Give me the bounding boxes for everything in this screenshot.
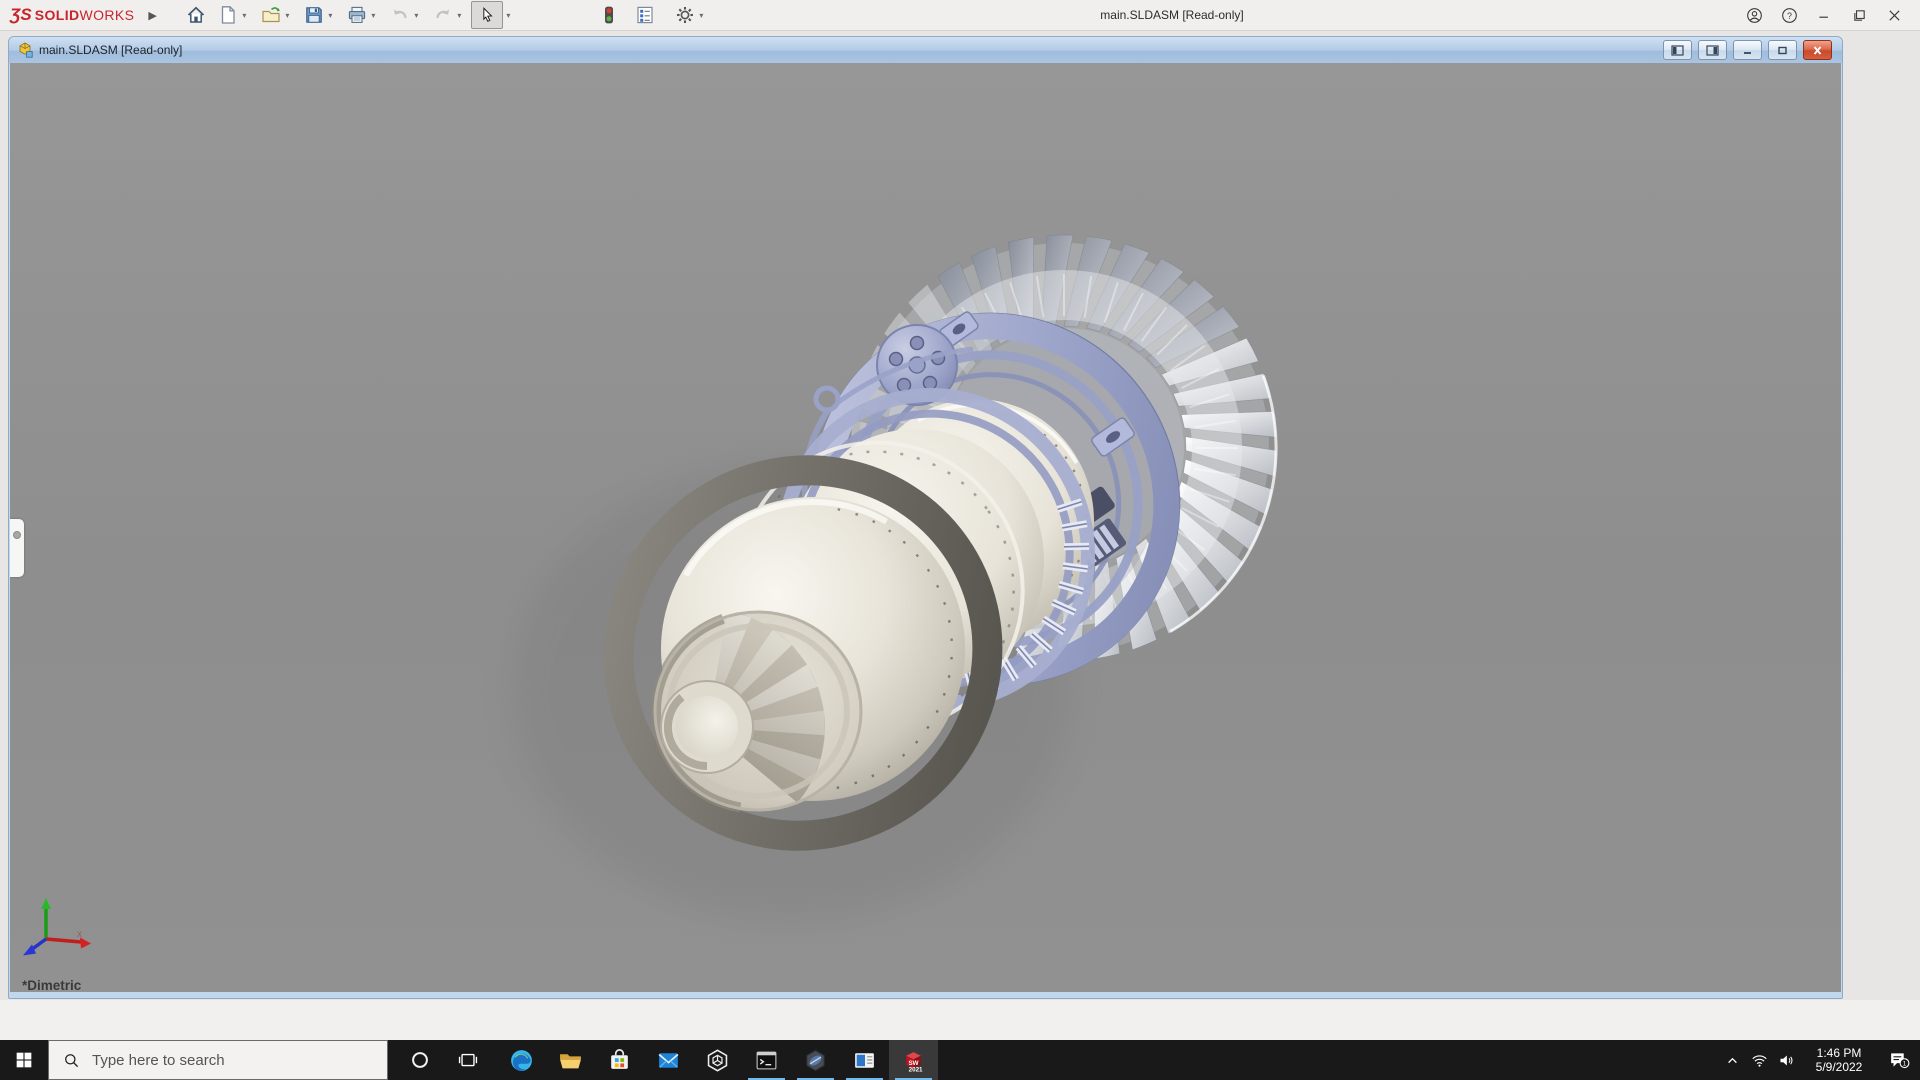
orientation-triad: x [23, 898, 91, 956]
rebuild-traffic-light-button[interactable] [598, 4, 620, 26]
file-properties-button[interactable] [634, 4, 656, 26]
volume-icon[interactable] [1773, 1040, 1800, 1080]
mail-icon [658, 1052, 679, 1068]
doc-close-button[interactable] [1803, 40, 1832, 60]
3d-viewport[interactable]: x *Dimetric [10, 63, 1841, 992]
hexagon-app-icon [806, 1049, 825, 1071]
undo-dropdown: ▾ [414, 10, 419, 20]
system-tray: 1:46 PM 5/9/2022 1 [1719, 1040, 1920, 1080]
search-icon [65, 1053, 79, 1067]
assembly-document-icon [19, 42, 33, 58]
task-view-button[interactable] [444, 1040, 492, 1080]
edge-icon [511, 1049, 532, 1071]
action-center-button[interactable]: 1 [1878, 1040, 1920, 1080]
engine-model-scene: x *Dimetric [22, 234, 1278, 992]
account-icon[interactable] [1737, 0, 1772, 30]
redo-dropdown: ▾ [457, 10, 462, 20]
taskbar-app-terminal[interactable] [742, 1040, 791, 1080]
undo-icon [389, 4, 411, 26]
doc-minimize-button[interactable] [1733, 40, 1762, 60]
taskbar-app-3d-viewer[interactable] [693, 1040, 742, 1080]
home-button[interactable] [185, 4, 207, 26]
save-button[interactable] [303, 4, 325, 26]
open-dropdown[interactable]: ▾ [282, 11, 293, 20]
sw-year: 2021 [909, 1066, 923, 1072]
search-placeholder: Type here to search [92, 1051, 225, 1069]
windows-taskbar: Type here to search SW 2021 [0, 1040, 1920, 1080]
document-window: main.SLDASM [Read-only] x *Dimetric [8, 36, 1843, 999]
select-tool-button[interactable] [470, 1, 503, 29]
restore-button[interactable] [1842, 0, 1877, 30]
taskbar-app-store[interactable] [595, 1040, 644, 1080]
file-explorer-icon [560, 1053, 581, 1068]
action-center-icon: 1 [1891, 1053, 1910, 1069]
taskbar-app-hexagon[interactable] [791, 1040, 840, 1080]
tray-chevron-up-icon[interactable] [1719, 1040, 1746, 1080]
open-button[interactable] [260, 4, 282, 26]
quick-access-toolbar: ▾ ▾ ▾ ▾ ▾ ▾ ▾ ▾ [185, 1, 707, 29]
redo-icon [432, 4, 454, 26]
taskbar-app-edge[interactable] [497, 1040, 546, 1080]
store-icon [611, 1048, 628, 1069]
svg-text:?: ? [1787, 10, 1792, 20]
document-title-bar[interactable]: main.SLDASM [Read-only] [9, 37, 1842, 63]
close-button[interactable] [1877, 0, 1912, 30]
taskbar-app-mail[interactable] [644, 1040, 693, 1080]
print-button[interactable] [346, 4, 368, 26]
minimize-button[interactable] [1807, 0, 1842, 30]
options-gear-button[interactable] [674, 4, 696, 26]
taskbar-app-solidworks[interactable]: SW 2021 [889, 1040, 938, 1080]
cortana-button[interactable] [396, 1040, 444, 1080]
3d-viewer-icon [707, 1048, 728, 1072]
terminal-icon [756, 1051, 777, 1069]
clock-date: 5/9/2022 [1815, 1060, 1863, 1074]
solidworks-icon: SW 2021 [906, 1051, 923, 1073]
pane-right-button[interactable] [1698, 40, 1727, 60]
menu-expand-arrow-icon[interactable]: ▶ [148, 9, 156, 22]
wifi-icon[interactable] [1746, 1040, 1773, 1080]
new-document-button[interactable] [217, 4, 239, 26]
taskbar-clock[interactable]: 1:46 PM 5/9/2022 [1806, 1046, 1872, 1074]
print-dropdown[interactable]: ▾ [368, 11, 379, 20]
expander-dot-icon [13, 531, 21, 539]
pane-left-button[interactable] [1663, 40, 1692, 60]
start-button[interactable] [0, 1040, 48, 1080]
app-title: main.SLDASM [Read-only] [1100, 8, 1244, 22]
solidworks-logo-mark: ƷS [10, 5, 32, 24]
notification-badge: 1 [1903, 1060, 1907, 1067]
document-title: main.SLDASM [Read-only] [39, 43, 183, 57]
featuremanager-expander-tab[interactable] [10, 519, 24, 577]
new-document-dropdown[interactable]: ▾ [239, 11, 250, 20]
taskbar-app-blue-panel[interactable] [840, 1040, 889, 1080]
orientation-label: *Dimetric [22, 978, 82, 992]
doc-restore-button[interactable] [1768, 40, 1797, 60]
taskbar-app-file-explorer[interactable] [546, 1040, 595, 1080]
lifting-eyelet [813, 385, 841, 413]
status-strip [0, 1000, 1920, 1040]
clock-time: 1:46 PM [1816, 1046, 1862, 1060]
select-tool-dropdown[interactable]: ▾ [503, 11, 514, 20]
blue-panel-app-icon [855, 1052, 874, 1068]
save-dropdown[interactable]: ▾ [325, 11, 336, 20]
options-dropdown[interactable]: ▾ [696, 11, 707, 20]
taskbar-search-input[interactable]: Type here to search [48, 1040, 388, 1080]
solidworks-logo: ƷS SOLID WORKS [10, 5, 135, 24]
app-title-bar: ƷS SOLID WORKS ▶ ▾ ▾ ▾ ▾ ▾ ▾ ▾ ▾ main.SL… [0, 0, 1920, 31]
help-icon[interactable]: ? [1772, 0, 1807, 30]
triad-x-label: x [77, 929, 82, 940]
